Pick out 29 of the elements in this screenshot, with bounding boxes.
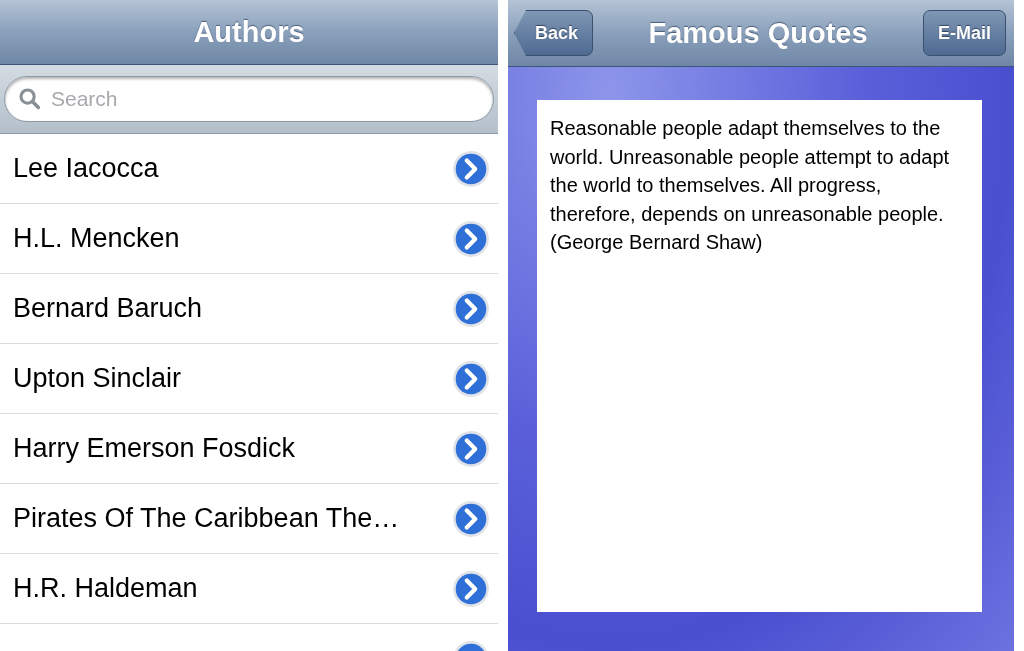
screen-title: Famous Quotes [648, 16, 868, 50]
quote-attribution: (George Bernard Shaw) [550, 230, 764, 255]
author-name: H.L. Mencken [13, 223, 180, 254]
disclosure-icon[interactable] [452, 499, 490, 538]
author-name: H.R. Haldeman [13, 573, 198, 604]
author-row[interactable]: Pirates Of The Caribbean The… [0, 484, 498, 554]
author-name: Lee Iacocca [13, 153, 159, 184]
author-name: Pirates Of The Caribbean The… [13, 503, 400, 534]
email-button[interactable]: E-Mail [922, 10, 1006, 56]
back-button[interactable]: Back [514, 10, 594, 56]
author-name: Harry Emerson Fosdick [13, 433, 296, 464]
disclosure-icon[interactable] [452, 569, 490, 608]
author-row[interactable]: Lee Iacocca [0, 134, 498, 204]
disclosure-icon[interactable] [452, 219, 490, 258]
author-row[interactable]: H.R. Haldeman [0, 554, 498, 624]
search-field[interactable]: Search [4, 76, 494, 122]
author-row[interactable]: Bernard Baruch [0, 274, 498, 344]
screen-title: Authors [193, 15, 305, 49]
author-row[interactable]: Upton Sinclair [0, 344, 498, 414]
quote-text: Reasonable people adapt themselves to the world. Unreasonable people attempt to adapt the world to themselves. All progress, therefore, depends on unreasonable people. [550, 116, 951, 227]
disclosure-icon[interactable] [452, 359, 490, 398]
author-name: Upton Sinclair [13, 363, 182, 394]
disclosure-icon[interactable] [452, 429, 490, 468]
author-row[interactable]: H.L. Mencken [0, 204, 498, 274]
search-icon [18, 87, 42, 111]
disclosure-icon[interactable] [452, 289, 490, 328]
author-row[interactable]: Harry Emerson Fosdick [0, 414, 498, 484]
author-name: Bernard Baruch [13, 293, 203, 324]
disclosure-icon[interactable] [452, 149, 490, 188]
